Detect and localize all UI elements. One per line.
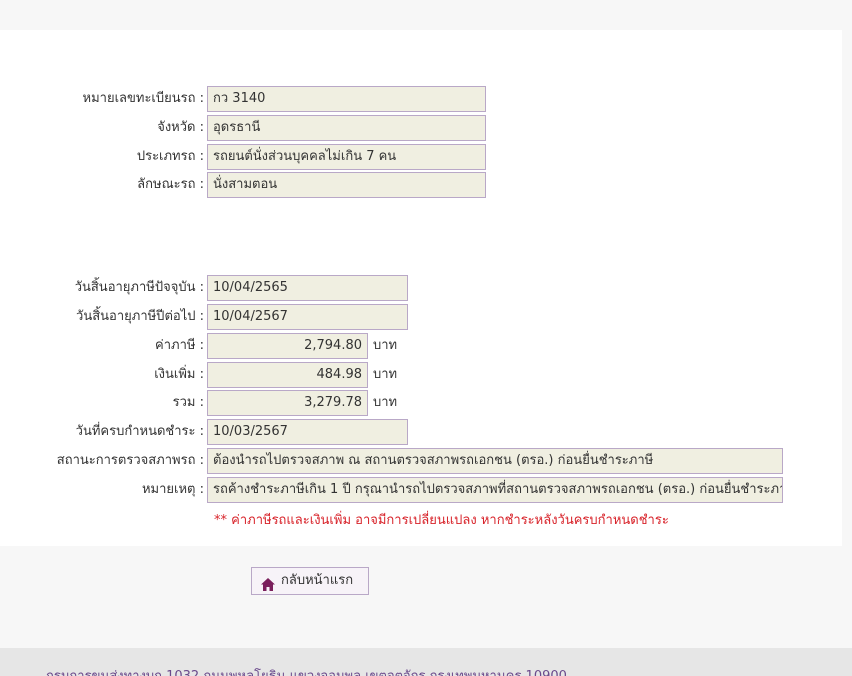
price-change-warning: ** ค่าภาษีรถและเงินเพิ่ม อาจมีการเปลี่ยน… — [214, 513, 669, 528]
body-style-field: นั่งสามตอน — [207, 172, 486, 198]
remark-label: หมายเหตุ : — [141, 482, 204, 497]
tax-fee-label: ค่าภาษี : — [155, 338, 204, 353]
province-field: อุดรธานี — [207, 115, 486, 141]
current-expiry-field: 10/04/2565 — [207, 275, 408, 301]
home-button-label: กลับหน้าแรก — [281, 573, 354, 588]
tax-fee-unit: บาท — [373, 338, 398, 353]
body-style-label: ลักษณะรถ : — [137, 177, 204, 192]
home-button[interactable]: กลับหน้าแรก — [251, 567, 369, 595]
due-date-field: 10/03/2567 — [207, 419, 408, 445]
next-expiry-label: วันสิ้นอายุภาษีปีต่อไป : — [76, 309, 204, 324]
tax-fee-field: 2,794.80 — [207, 333, 368, 359]
footer-address: กรมการขนส่งทางบก 1032 ถนนพหลโยธิน แขวงจอ… — [46, 665, 567, 676]
plate-field: กว 3140 — [207, 86, 486, 112]
current-expiry-label: วันสิ้นอายุภาษีปัจจุบัน : — [74, 280, 204, 295]
home-icon — [261, 575, 275, 591]
footer: กรมการขนส่งทางบก 1032 ถนนพหลโยธิน แขวงจอ… — [0, 648, 852, 676]
plate-label: หมายเลขทะเบียนรถ : — [82, 91, 204, 106]
surcharge-label: เงินเพิ่ม : — [154, 367, 204, 382]
surcharge-field: 484.98 — [207, 362, 368, 388]
inspection-field: ต้องนำรถไปตรวจสภาพ ณ สถานตรวจสภาพรถเอกชน… — [207, 448, 783, 474]
due-date-label: วันที่ครบกำหนดชำระ : — [75, 424, 204, 439]
surcharge-unit: บาท — [373, 367, 398, 382]
vehicle-type-field: รถยนต์นั่งส่วนบุคคลไม่เกิน 7 คน — [207, 144, 486, 170]
total-unit: บาท — [373, 395, 398, 410]
remark-field: รถค้างชำระภาษีเกิน 1 ปี กรุณานำรถไปตรวจส… — [207, 477, 783, 503]
vehicle-type-label: ประเภทรถ : — [136, 149, 204, 164]
province-label: จังหวัด : — [157, 120, 204, 135]
inspection-label: สถานะการตรวจสภาพรถ : — [56, 453, 204, 468]
next-expiry-field: 10/04/2567 — [207, 304, 408, 330]
total-field: 3,279.78 — [207, 390, 368, 416]
total-label: รวม : — [172, 395, 204, 410]
